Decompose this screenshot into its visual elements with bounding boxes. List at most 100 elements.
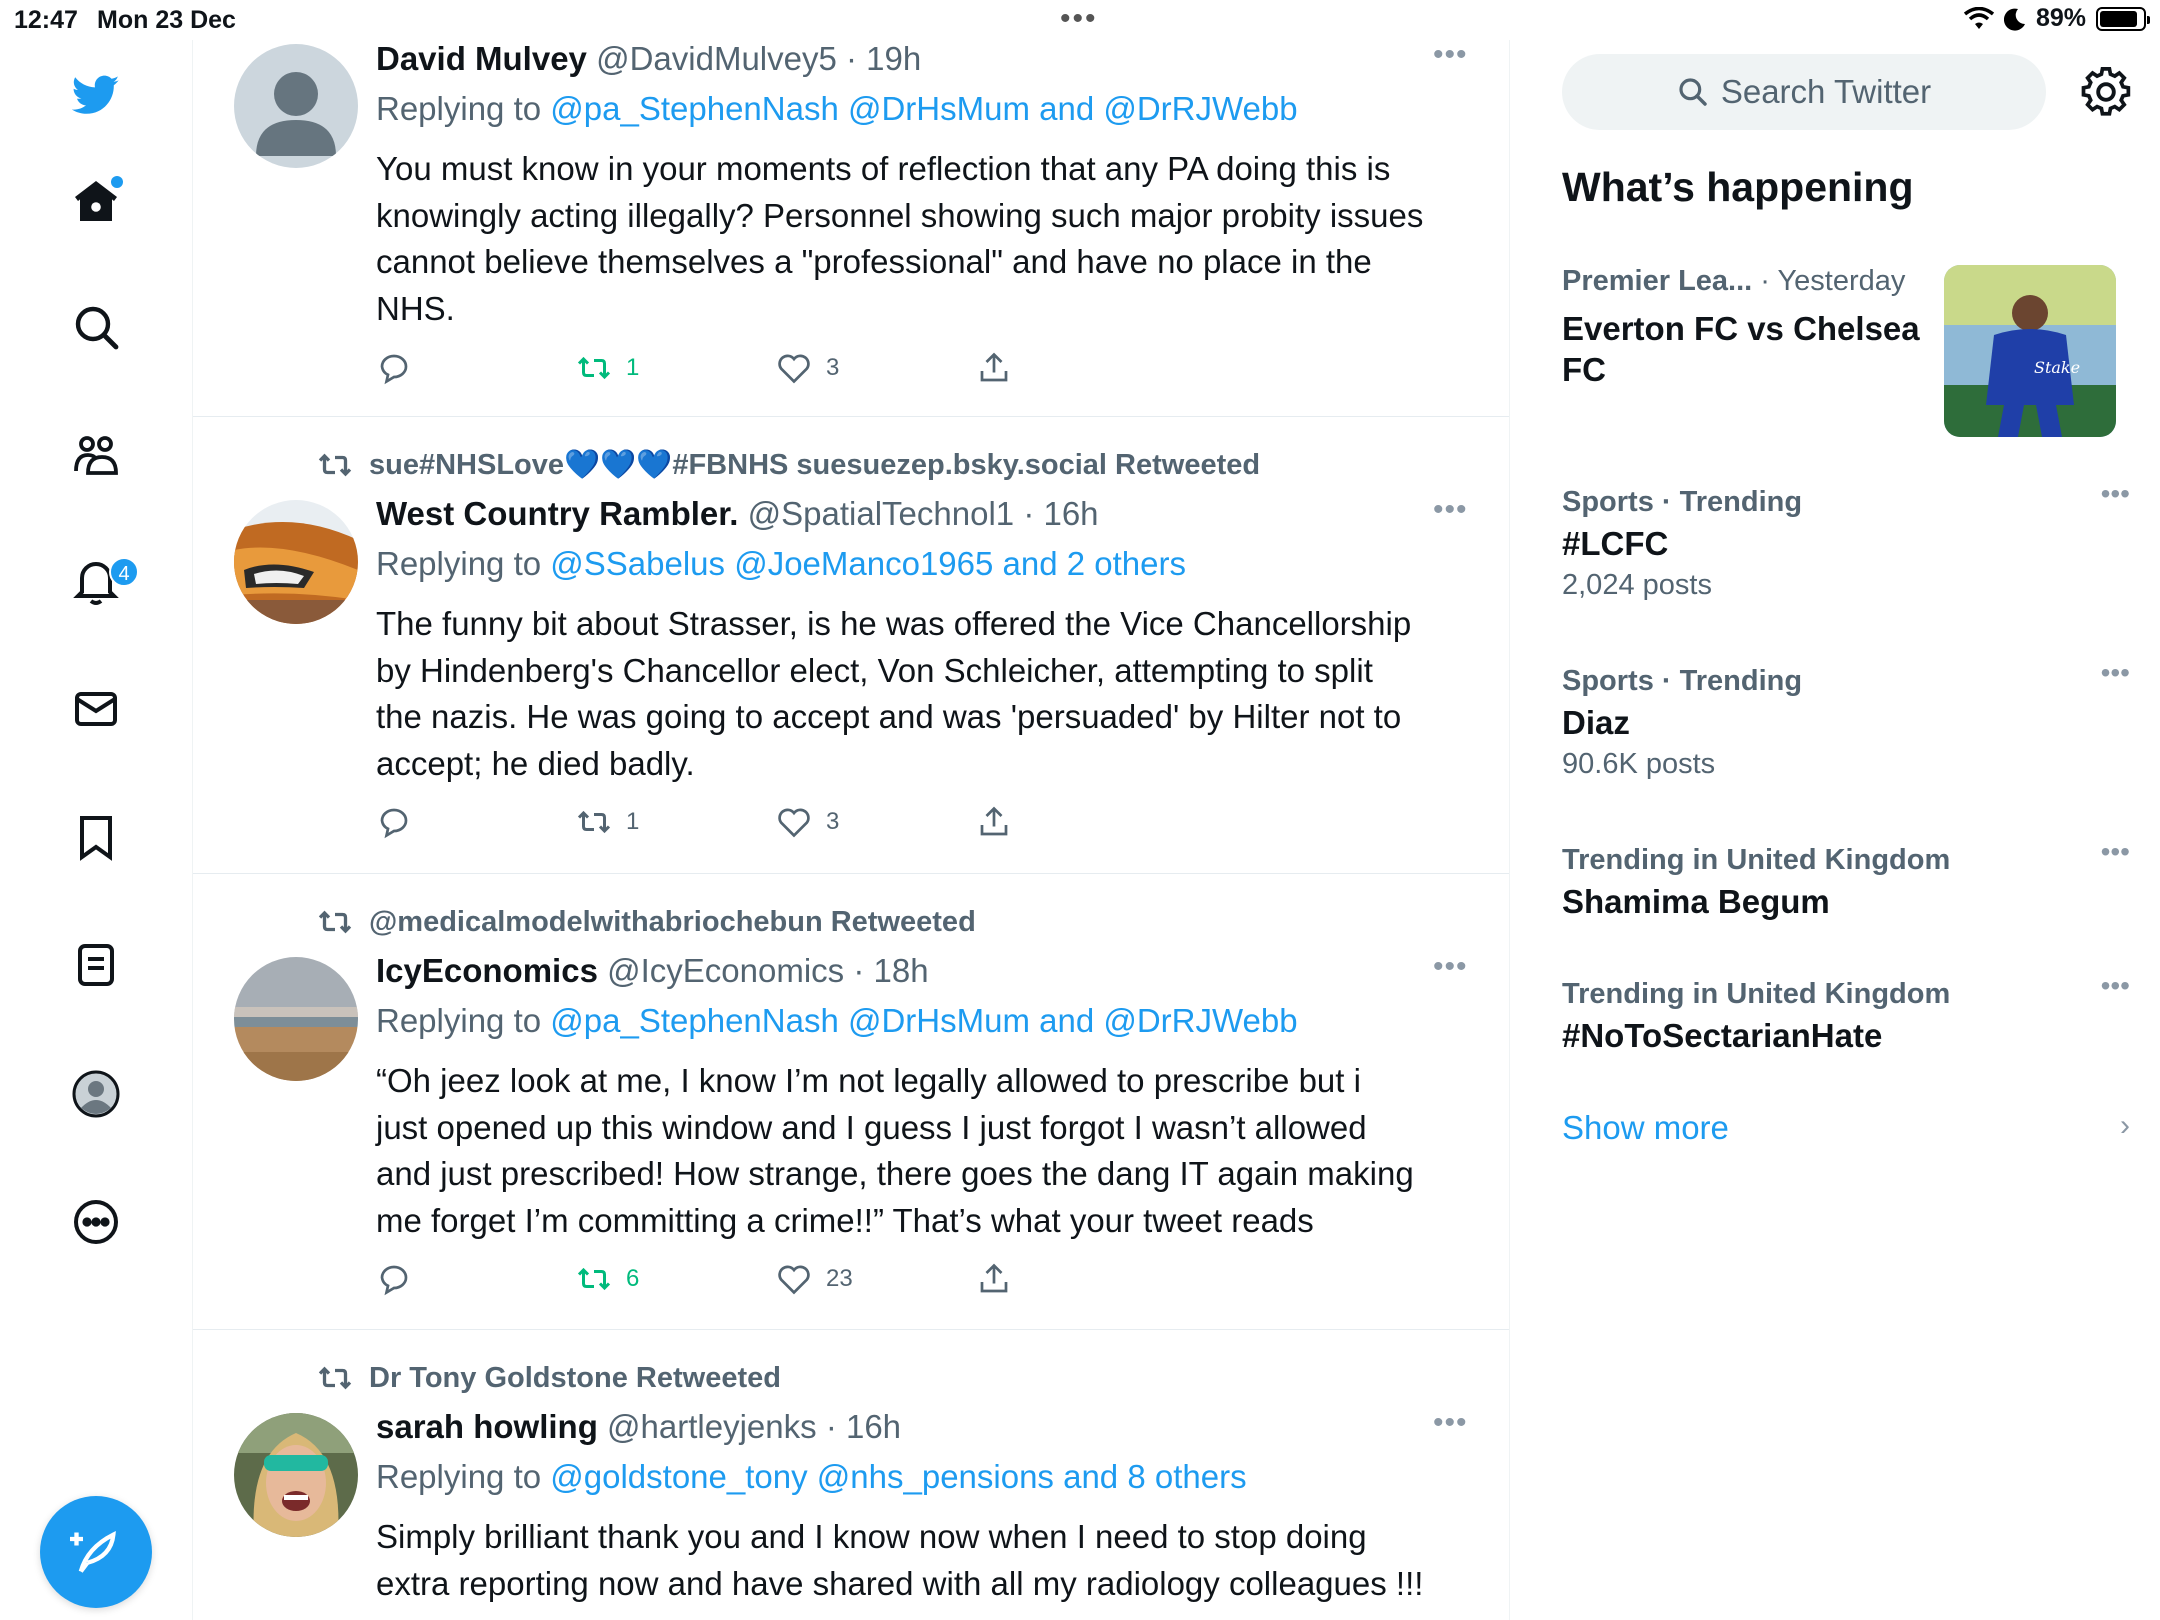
twitter-logo-icon[interactable] [59,58,133,132]
tweet-author-handle[interactable]: @IcyEconomics [607,952,844,989]
home-icon[interactable] [59,164,133,238]
retweeted-by[interactable]: @medicalmodelwithabriochebun Retweeted [317,904,976,940]
like-button[interactable]: 3 [776,804,839,840]
trend-item[interactable]: Sports · Trending #LCFC 2,024 posts ••• [1562,478,2130,602]
like-count: 3 [826,354,840,381]
trend-meta: Sports · Trending [1562,665,1803,697]
avatar[interactable] [234,500,358,624]
trend-name: Shamima Begum [1562,883,1830,920]
retweeted-by[interactable]: sue#NHSLove💙💙💙#FBNHS suesuezep.bsky.soci… [317,447,1260,483]
featured-trend[interactable]: Premier Lea... · Yesterday Everton FC vs… [1562,265,2130,440]
share-button[interactable] [976,1261,1012,1297]
battery-icon [2096,6,2150,31]
tweet-author-name[interactable]: David Mulvey [376,40,587,77]
more-options-icon[interactable] [59,1185,133,1259]
retweeted-by-label: sue#NHSLove💙💙💙#FBNHS suesuezep.bsky.soci… [369,449,1261,481]
reply-button[interactable] [376,1261,412,1297]
avatar[interactable] [234,1413,358,1537]
retweeted-icon [318,453,352,477]
like-button[interactable]: 23 [776,1261,853,1297]
tweet[interactable]: sue#NHSLove💙💙💙#FBNHS suesuezep.bsky.soci… [193,417,1509,874]
trend-meta: Sports · Trending [1562,486,1803,518]
replying-to: Replying to @SSabelus @JoeManco1965 and … [376,545,1186,583]
search-icon [1679,78,1707,106]
tweet-text: Simply brilliant thank you and I know no… [376,1518,1424,1602]
battery-percent: 89% [2035,4,2086,32]
profile-avatar-icon[interactable] [59,1057,133,1131]
tweet[interactable]: David Mulvey @DavidMulvey5 · 19h ••• Rep… [193,40,1509,417]
trend-item[interactable]: Trending in United Kingdom #NoToSectaria… [1562,970,2130,1055]
tweet-author-handle[interactable]: @SpatialTechnol1 [748,495,1015,532]
tweet-more-icon[interactable]: ••• [1433,1406,1468,1440]
show-more-label: Show more [1562,1109,1729,1146]
trend-more-icon[interactable]: ••• [2101,478,2130,510]
share-button[interactable] [976,804,1012,840]
tweet[interactable]: @medicalmodelwithabriochebun Retweeted I… [193,874,1509,1330]
search-placeholder: Search Twitter [1720,73,1932,110]
timeline[interactable]: David Mulvey @DavidMulvey5 · 19h ••• Rep… [193,40,1510,1620]
multitasking-dots-icon[interactable]: ••• [1060,2,1098,36]
left-nav: 4 [0,40,193,1620]
trend-item[interactable]: Trending in United Kingdom Shamima Begum… [1562,836,2130,921]
tweet-text: You must know in your moments of reflect… [376,150,1424,327]
tweet-author-name[interactable]: IcyEconomics [376,952,598,989]
trend-more-icon[interactable]: ••• [2101,970,2130,1002]
replying-mentions[interactable]: @pa_StephenNash @DrHsMum and @DrRJWebb [550,1002,1297,1039]
tweet-more-icon[interactable]: ••• [1433,40,1468,72]
trend-more-icon[interactable]: ••• [2101,836,2130,868]
trend-name: #NoToSectarianHate [1562,1017,1883,1054]
trend-item[interactable]: Sports · Trending Diaz 90.6K posts ••• [1562,657,2130,781]
avatar[interactable] [234,44,358,168]
show-more-link[interactable]: Show more › [1562,1109,2130,1147]
tweet[interactable]: Dr Tony Goldstone Retweeted sarah howlin… [193,1330,1509,1620]
replying-mentions[interactable]: @SSabelus @JoeManco1965 and 2 others [550,545,1186,582]
share-icon [980,352,1008,382]
tweet-time[interactable]: · 18h [853,952,928,989]
reply-icon [380,354,408,385]
like-button[interactable]: 3 [776,350,839,386]
retweeted-icon [318,1366,352,1390]
share-button[interactable] [976,350,1012,386]
settings-gear-icon[interactable] [2080,66,2132,118]
retweet-button[interactable]: 6 [576,1261,639,1297]
trend-count: 90.6K posts [1562,748,1716,780]
tweet-time[interactable]: · 16h [1023,495,1098,532]
tweet-author-name[interactable]: sarah howling [376,1408,598,1445]
tweet-author-handle[interactable]: @hartleyjenks [607,1408,817,1445]
trend-name: #LCFC [1562,525,1669,562]
heart-icon [778,354,810,384]
bookmark-icon[interactable] [59,800,133,874]
tweet-time[interactable]: · 19h [846,40,921,77]
retweet-button[interactable]: 1 [576,804,639,840]
search-icon[interactable] [59,290,133,364]
retweet-button[interactable]: 1 [576,350,639,386]
trend-more-icon[interactable]: ••• [2101,657,2130,689]
tweet-actions: 6 23 [376,1261,1076,1301]
messages-envelope-icon[interactable] [59,672,133,746]
lists-icon[interactable] [59,928,133,1002]
tweet-more-icon[interactable]: ••• [1433,493,1468,527]
reply-button[interactable] [376,350,412,386]
avatar[interactable] [234,957,358,1081]
trend-name: Diaz [1562,704,1630,741]
search-input[interactable]: Search Twitter [1562,54,2046,130]
tweet-more-icon[interactable]: ••• [1433,950,1468,984]
retweet-count: 6 [626,1265,640,1292]
notifications-bell-icon[interactable]: 4 [59,545,139,619]
tweet-time[interactable]: · 16h [826,1408,901,1445]
svg-text:Stake: Stake [2034,358,2080,377]
communities-icon[interactable] [59,418,133,492]
retweeted-by[interactable]: Dr Tony Goldstone Retweeted [317,1360,781,1396]
replying-mentions[interactable]: @pa_StephenNash @DrHsMum and @DrRJWebb [550,90,1297,127]
reply-button[interactable] [376,804,412,840]
tweet-author-handle[interactable]: @DavidMulvey5 [596,40,837,77]
status-bar: 12:47 Mon 23 Dec ••• 89% [0,0,2160,40]
heart-icon [778,1265,810,1295]
compose-tweet-button[interactable] [40,1496,152,1608]
retweeted-icon [318,910,352,934]
tweet-text: The funny bit about Strasser, is he was … [376,605,1412,782]
compose-feather-icon [70,1530,116,1573]
replying-mentions[interactable]: @goldstone_tony @nhs_pensions and 8 othe… [550,1458,1246,1495]
status-time: 12:47 [14,6,78,34]
tweet-author-name[interactable]: West Country Rambler. [376,495,738,532]
